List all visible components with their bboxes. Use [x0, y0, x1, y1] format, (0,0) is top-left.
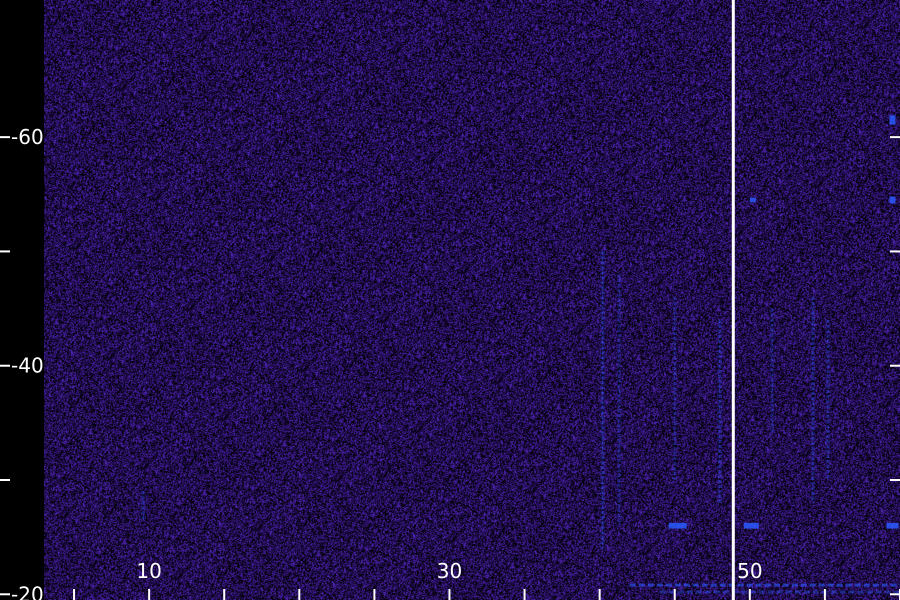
signal-spot — [668, 522, 687, 529]
signal-spot — [889, 196, 896, 204]
signal-spot — [889, 115, 896, 125]
signal-spot — [743, 522, 759, 529]
signal-spot — [749, 197, 756, 203]
signal-spot — [886, 522, 899, 529]
x-tick-label: 30 — [437, 559, 462, 583]
x-tick-label: 10 — [136, 559, 161, 583]
noise-raster — [44, 0, 900, 600]
y-tick-label: -60 — [11, 125, 44, 149]
spectrogram-chart: -20 -40 -60 10 30 50 — [0, 0, 900, 600]
heatmap-noise — [44, 0, 900, 600]
x-tick-label: 50 — [737, 559, 762, 583]
y-axis-gutter — [0, 0, 44, 600]
y-tick-label: -40 — [11, 354, 44, 378]
y-tick-label: -20 — [11, 582, 44, 600]
